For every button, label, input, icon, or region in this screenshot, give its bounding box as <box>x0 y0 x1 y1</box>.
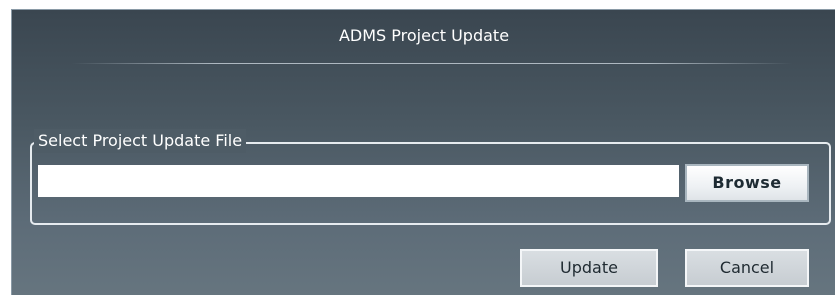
browse-button[interactable]: Browse <box>685 164 809 202</box>
file-select-legend: Select Project Update File <box>34 129 247 153</box>
update-button[interactable]: Update <box>520 249 658 287</box>
cancel-button[interactable]: Cancel <box>685 249 809 287</box>
project-update-dialog: ADMS Project Update Select Project Updat… <box>11 9 835 295</box>
title-divider <box>72 63 792 64</box>
project-file-path-input[interactable] <box>38 165 679 197</box>
dialog-title: ADMS Project Update <box>338 26 510 45</box>
